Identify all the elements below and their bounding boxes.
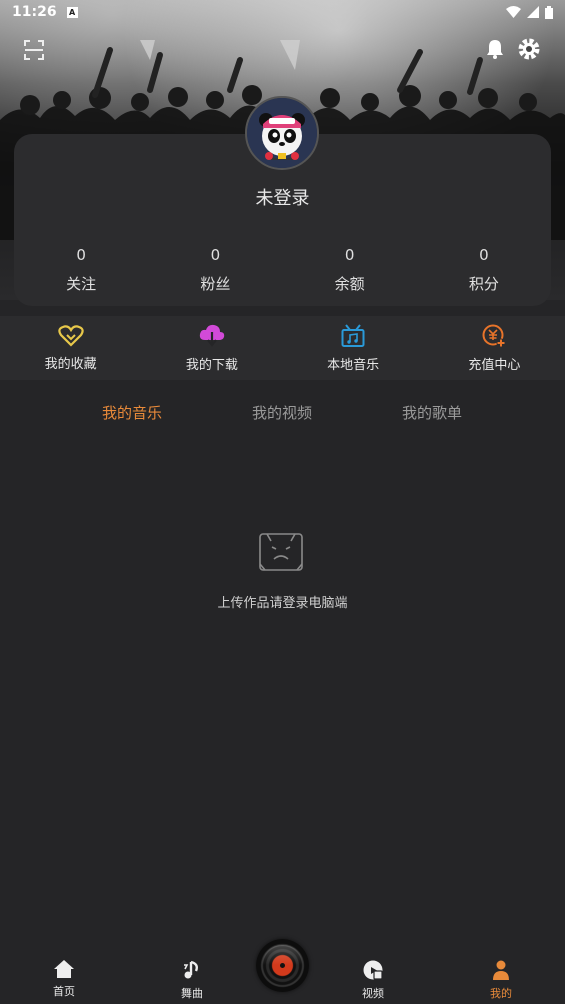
- stat-points[interactable]: 0 积分: [417, 246, 551, 294]
- now-playing-disc[interactable]: [256, 939, 309, 992]
- status-icons: [506, 5, 553, 19]
- home-icon: [54, 960, 74, 978]
- stat-label: 积分: [468, 275, 499, 293]
- nav-mine[interactable]: 我的: [461, 960, 541, 1001]
- favorites-button[interactable]: 我的收藏: [0, 316, 141, 380]
- recharge-button[interactable]: 充值中心: [424, 316, 565, 380]
- content-tabs: 我的音乐 我的视频 我的歌单: [0, 391, 565, 435]
- status-notification-badge: A: [66, 6, 78, 18]
- cloud-download-icon: [199, 324, 225, 347]
- nav-dance[interactable]: 舞曲: [152, 960, 232, 1001]
- nav-home[interactable]: 首页: [24, 960, 104, 999]
- nav-label: 首页: [53, 985, 75, 998]
- nav-label: 视频: [362, 987, 384, 1000]
- stat-balance[interactable]: 0 余额: [283, 246, 417, 294]
- user-icon: [493, 960, 509, 980]
- profile-stats: 0 关注 0 粉丝 0 余额 0 积分: [14, 246, 551, 294]
- tab-my-videos[interactable]: 我的视频: [207, 391, 357, 435]
- signal-icon: [527, 6, 539, 18]
- tab-my-music[interactable]: 我的音乐: [57, 391, 207, 435]
- panda-avatar-image: [247, 98, 317, 168]
- local-music-icon: [341, 323, 365, 347]
- status-bar: 11:26 A: [0, 0, 565, 24]
- login-prompt[interactable]: 未登录: [14, 184, 551, 210]
- empty-face-icon: [259, 533, 303, 571]
- status-time: 11:26: [12, 4, 57, 20]
- empty-state-message: 上传作品请登录电脑端: [217, 596, 348, 611]
- scan-icon[interactable]: [24, 40, 44, 60]
- nav-label: 舞曲: [181, 987, 203, 1000]
- wifi-icon: [506, 6, 521, 18]
- stat-value: 0: [76, 246, 86, 264]
- quick-actions-bar: 我的收藏 我的下载 本地音乐 充值中心: [0, 316, 565, 380]
- quick-action-label: 充值中心: [468, 357, 521, 373]
- stat-value: 0: [344, 246, 355, 264]
- stat-following[interactable]: 0 关注: [14, 246, 148, 294]
- video-icon: [363, 960, 383, 980]
- heart-icon: [57, 324, 84, 347]
- quick-action-label: 我的收藏: [44, 356, 97, 372]
- top-actions: [0, 38, 565, 62]
- music-note-icon: [184, 960, 199, 979]
- nav-video[interactable]: 视频: [333, 960, 413, 1001]
- stat-label: 关注: [66, 275, 97, 293]
- stat-value: 0: [479, 246, 489, 264]
- battery-icon: [545, 5, 553, 19]
- gear-icon[interactable]: [518, 38, 540, 60]
- local-music-button[interactable]: 本地音乐: [283, 316, 424, 380]
- tab-my-playlists[interactable]: 我的歌单: [357, 391, 507, 435]
- quick-action-label: 本地音乐: [327, 357, 380, 373]
- downloads-button[interactable]: 我的下载: [141, 316, 282, 380]
- avatar[interactable]: [245, 96, 319, 170]
- nav-label: 我的: [490, 987, 512, 1000]
- recharge-icon: [482, 324, 506, 347]
- stat-label: 余额: [334, 275, 365, 293]
- stat-followers[interactable]: 0 粉丝: [148, 246, 282, 294]
- bell-icon[interactable]: [485, 38, 505, 60]
- stat-label: 粉丝: [200, 275, 231, 293]
- quick-action-label: 我的下载: [185, 357, 238, 373]
- stat-value: 0: [210, 246, 221, 264]
